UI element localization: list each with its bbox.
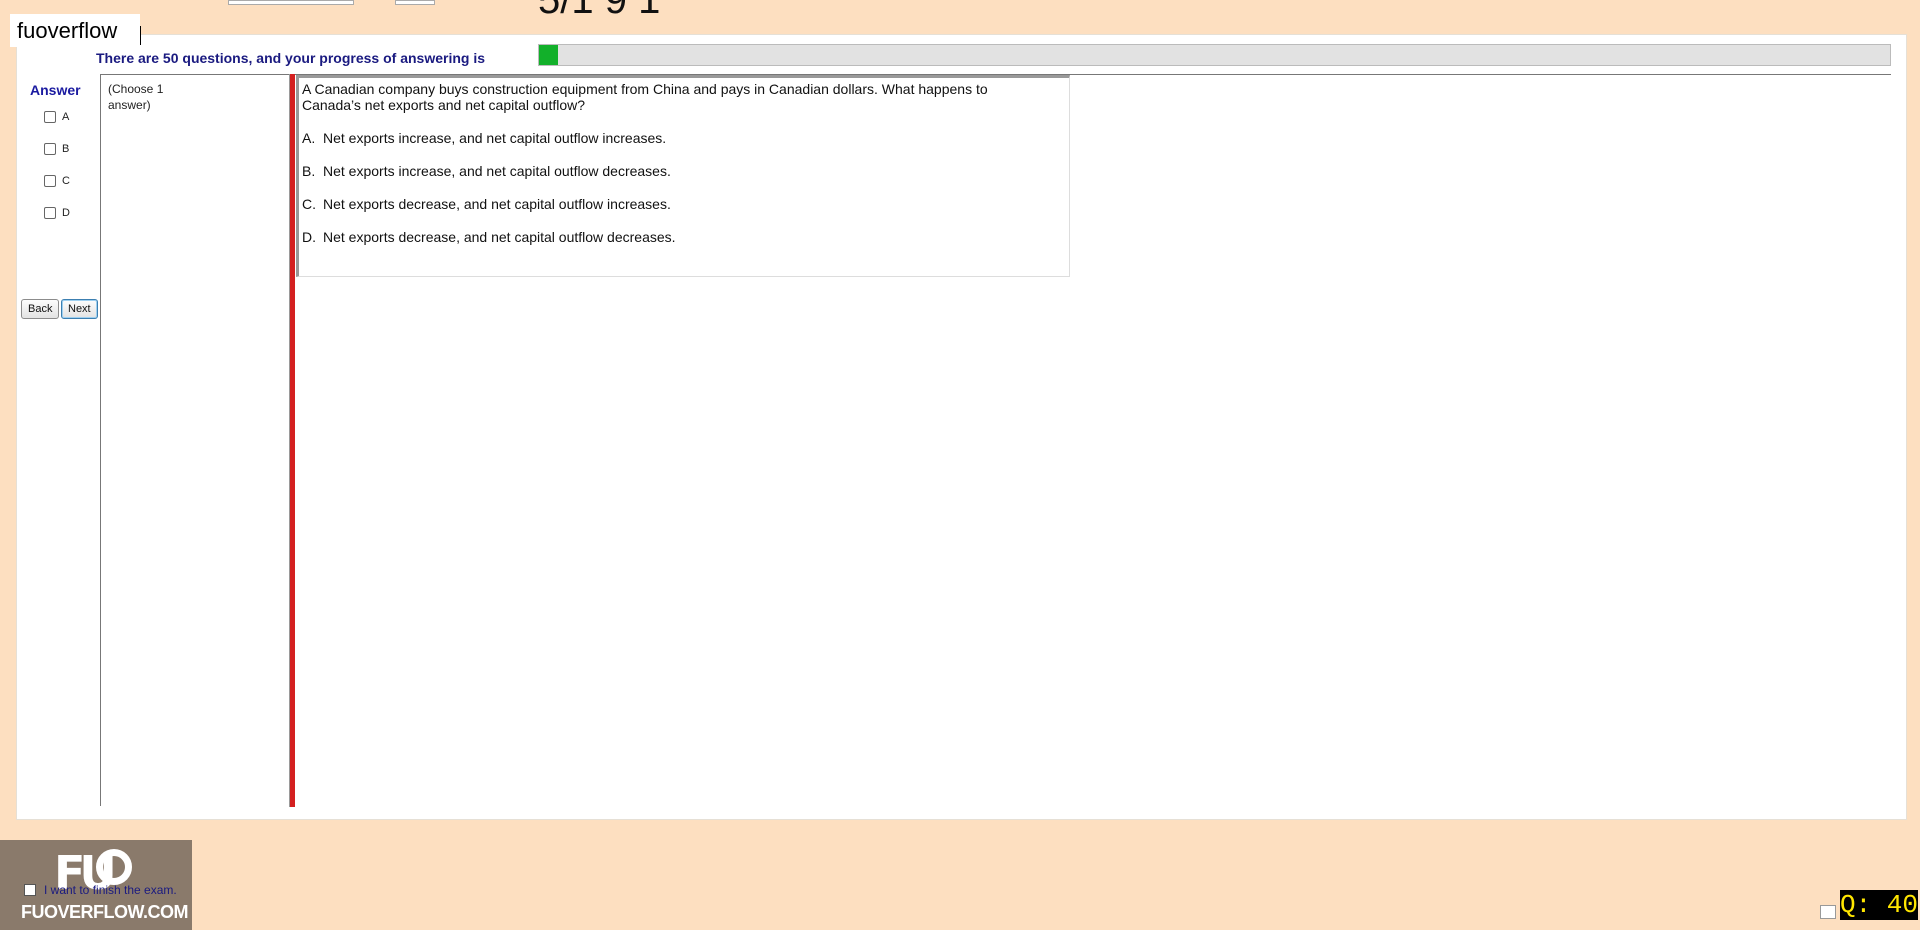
answer-option-b[interactable]: B <box>44 143 69 155</box>
text-caret <box>140 26 141 45</box>
checkbox-b[interactable] <box>44 143 56 155</box>
next-button[interactable]: Next <box>61 299 98 319</box>
choice-letter: C. <box>302 196 316 212</box>
answer-option-a[interactable]: A <box>44 111 69 123</box>
question-counter: Q: 40 <box>1840 890 1919 920</box>
question-box: A Canadian company buys construction equ… <box>296 75 1070 277</box>
logo-ring-icon <box>96 849 132 885</box>
question-text: A Canadian company buys construction equ… <box>302 81 988 113</box>
choice-letter: B. <box>302 163 316 179</box>
choice-letter: D. <box>302 229 316 245</box>
choice-text: Net exports increase, and net capital ou… <box>323 163 671 179</box>
progress-bar <box>538 44 1891 66</box>
top-spinner-widget[interactable] <box>395 0 435 5</box>
small-checkbox[interactable] <box>1820 905 1836 919</box>
answer-option-label: D <box>62 207 70 219</box>
choice-letter: A. <box>302 130 316 146</box>
progress-label: There are 50 questions, and your progres… <box>96 50 485 66</box>
answer-option-label: C <box>62 175 70 187</box>
choose-instruction: (Choose 1 answer) <box>108 82 164 112</box>
exam-code-label: 5/1 9 1 <box>538 0 661 22</box>
choice-text: Net exports decrease, and net capital ou… <box>323 229 676 245</box>
choice-d: D. Net exports decrease, and net capital … <box>302 229 1066 245</box>
finish-exam-option[interactable]: I want to finish the exam. <box>24 883 177 897</box>
answer-option-label: B <box>62 143 70 155</box>
choice-c: C. Net exports decrease, and net capital … <box>302 196 1066 212</box>
progress-bar-fill <box>539 45 558 65</box>
finish-exam-checkbox[interactable] <box>24 884 36 896</box>
checkbox-d[interactable] <box>44 207 56 219</box>
checkbox-c[interactable] <box>44 175 56 187</box>
choice-text: Net exports decrease, and net capital ou… <box>323 196 671 212</box>
back-button[interactable]: Back <box>21 299 60 319</box>
answer-option-d[interactable]: D <box>44 207 70 219</box>
choice-a: A. Net exports increase, and net capital … <box>302 130 1066 146</box>
answer-option-label: A <box>62 111 70 123</box>
logo-text: FUOVERFLOW.COM <box>21 902 189 922</box>
pane-splitter[interactable] <box>289 74 295 807</box>
top-input-widget[interactable] <box>228 0 354 5</box>
watermark-tag: fuoverflow <box>10 14 140 47</box>
choice-b: B. Net exports increase, and net capital … <box>302 163 1066 179</box>
answer-option-c[interactable]: C <box>44 175 70 187</box>
answer-heading: Answer <box>30 82 81 98</box>
choice-text: Net exports increase, and net capital ou… <box>323 130 667 146</box>
finish-exam-label: I want to finish the exam. <box>44 883 177 897</box>
checkbox-a[interactable] <box>44 111 56 123</box>
